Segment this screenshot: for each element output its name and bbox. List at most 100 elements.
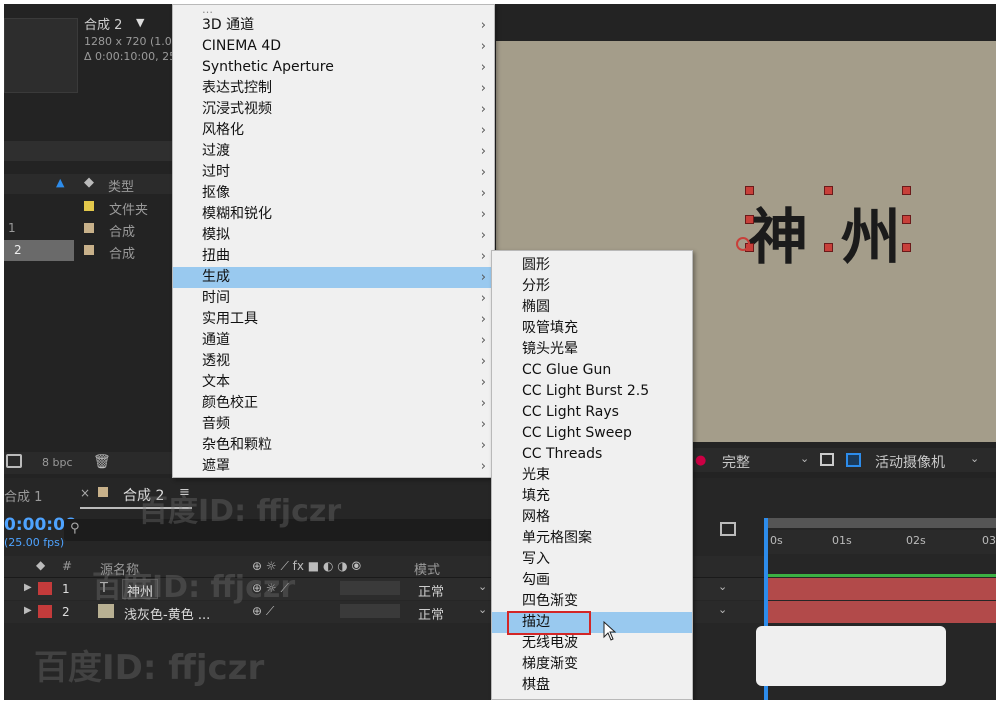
- menu-item-blur-sharpen[interactable]: 模糊和锐化 ›: [173, 204, 494, 225]
- layer-switches[interactable]: ⊕ ⟋: [252, 604, 274, 619]
- layer-duration-bar[interactable]: [768, 578, 996, 600]
- submenu-item-cell-pattern[interactable]: 单元格图案: [492, 528, 692, 549]
- menu-item-keying[interactable]: 抠像 ›: [173, 183, 494, 204]
- work-area-bar[interactable]: [764, 518, 996, 528]
- mode-chevron-icon[interactable]: ⌄: [478, 603, 487, 616]
- menu-item-immersive-video[interactable]: 沉浸式视频 ›: [173, 99, 494, 120]
- project-row-selected[interactable]: 2 合成: [4, 240, 176, 262]
- bpc-label[interactable]: 8 bpc: [42, 456, 73, 469]
- submenu-item-cc-threads[interactable]: CC Threads: [492, 444, 692, 465]
- expand-arrow-icon[interactable]: ▶: [24, 605, 32, 616]
- menu-item-obsolete[interactable]: 过时 ›: [173, 162, 494, 183]
- comp-dims: 1280 x 720 (1.00): [84, 35, 176, 48]
- selection-handle[interactable]: [745, 186, 754, 195]
- menu-item-time[interactable]: 时间 ›: [173, 288, 494, 309]
- comp-dropdown-icon[interactable]: ▼: [136, 16, 144, 29]
- trackmatte-chevron-icon[interactable]: ⌄: [718, 580, 727, 593]
- layer-label-color[interactable]: [38, 582, 52, 595]
- interpret-footage-icon[interactable]: [6, 454, 22, 468]
- menu-item-cinema4d[interactable]: CINEMA 4D ›: [173, 36, 494, 57]
- selection-handle[interactable]: [745, 215, 754, 224]
- submenu-item-gradient-ramp[interactable]: 梯度渐变: [492, 654, 692, 675]
- menu-item-distort[interactable]: 扭曲 ›: [173, 246, 494, 267]
- quality-chevron-icon[interactable]: ⌄: [800, 452, 809, 465]
- selection-handle[interactable]: [902, 215, 911, 224]
- submenu-item-lens-flare[interactable]: 镜头光晕: [492, 339, 692, 360]
- comp-flowchart-icon[interactable]: [720, 522, 736, 536]
- project-search-bar[interactable]: [4, 141, 176, 161]
- menu-item-stylize[interactable]: 风格化 ›: [173, 120, 494, 141]
- submenu-item-4-color-gradient[interactable]: 四色渐变: [492, 591, 692, 612]
- menu-item-expression-controls[interactable]: 表达式控制 ›: [173, 78, 494, 99]
- menu-item-audio[interactable]: 音频 ›: [173, 414, 494, 435]
- mode-chevron-icon[interactable]: ⌄: [478, 580, 487, 593]
- submenu-item-beam[interactable]: 光束: [492, 465, 692, 486]
- submenu-item-ellipse[interactable]: 椭圆: [492, 297, 692, 318]
- mode-header[interactable]: 模式: [414, 559, 440, 578]
- layer-number: 1: [62, 582, 70, 596]
- menu-item-text[interactable]: 文本 ›: [173, 372, 494, 393]
- label-color-swatch: [84, 245, 94, 255]
- submenu-item-cc-light-burst[interactable]: CC Light Burst 2.5: [492, 381, 692, 402]
- anchor-point-icon[interactable]: [736, 237, 750, 251]
- transparency-grid-icon[interactable]: [846, 453, 861, 467]
- layer-name[interactable]: 浅灰色-黄色 ...: [124, 604, 210, 623]
- submenu-item-cc-light-rays[interactable]: CC Light Rays: [492, 402, 692, 423]
- submenu-item-scribble[interactable]: 勾画: [492, 570, 692, 591]
- menu-item-utility[interactable]: 实用工具 ›: [173, 309, 494, 330]
- selection-handle[interactable]: [902, 186, 911, 195]
- menu-item-simulation[interactable]: 模拟 ›: [173, 225, 494, 246]
- time-ruler[interactable]: 0s 01s 02s 03: [764, 530, 996, 554]
- submenu-item-write-on[interactable]: 写入: [492, 549, 692, 570]
- menu-item-generate[interactable]: 生成 ›: [173, 267, 494, 288]
- menu-item-channel[interactable]: 通道 ›: [173, 330, 494, 351]
- color-channel-icon[interactable]: ●: [695, 453, 706, 468]
- layer-switch-boxes[interactable]: [340, 581, 400, 595]
- trackmatte-chevron-icon[interactable]: ⌄: [718, 603, 727, 616]
- trash-icon[interactable]: 🗑: [93, 454, 111, 470]
- layer-mode-dropdown[interactable]: 正常: [418, 581, 444, 600]
- selection-handle[interactable]: [902, 243, 911, 252]
- submenu-item-cc-glue-gun[interactable]: CC Glue Gun: [492, 360, 692, 381]
- row-id: 2: [14, 243, 22, 257]
- tab-comp-1[interactable]: 合成 1: [4, 486, 42, 505]
- submenu-item-eyedropper-fill[interactable]: 吸管填充: [492, 318, 692, 339]
- project-column-header: ▲ ◆ 类型: [4, 174, 176, 195]
- menu-item-3d-channel[interactable]: 3D 通道 ›: [173, 15, 494, 36]
- quality-dropdown[interactable]: 完整: [722, 452, 750, 472]
- submenu-item-checkerboard[interactable]: 棋盘: [492, 675, 692, 696]
- menu-item-matte[interactable]: 遮罩 ›: [173, 456, 494, 477]
- submenu-item-fractal[interactable]: 分形: [492, 276, 692, 297]
- submenu-item-circle[interactable]: 圆形: [492, 255, 692, 276]
- camera-chevron-icon[interactable]: ⌄: [970, 452, 979, 465]
- selection-handle[interactable]: [824, 243, 833, 252]
- close-tab-icon[interactable]: ×: [80, 486, 90, 500]
- expand-arrow-icon[interactable]: ▶: [24, 582, 32, 593]
- selection-handle[interactable]: [824, 186, 833, 195]
- layer-mode-dropdown[interactable]: 正常: [418, 604, 444, 623]
- label-color-swatch: [84, 201, 94, 211]
- submenu-item-cc-light-sweep[interactable]: CC Light Sweep: [492, 423, 692, 444]
- menu-item-color-correction[interactable]: 颜色校正 ›: [173, 393, 494, 414]
- comp-color-swatch: [98, 487, 108, 497]
- layer-label-color[interactable]: [38, 605, 52, 618]
- project-row[interactable]: 1 合成: [4, 218, 176, 240]
- menu-item-noise-grain[interactable]: 杂色和颗粒 ›: [173, 435, 494, 456]
- layer-switch-boxes[interactable]: [340, 604, 400, 618]
- submenu-item-radio-waves[interactable]: 无线电波: [492, 633, 692, 654]
- ruler-tick-label: 03: [982, 534, 996, 547]
- submenu-item-fill[interactable]: 填充: [492, 486, 692, 507]
- layer-duration-bar[interactable]: [768, 601, 996, 623]
- menu-item-transition[interactable]: 过渡 ›: [173, 141, 494, 162]
- effects-menu: … 3D 通道 › CINEMA 4D › Synthetic Aperture › …: [172, 4, 495, 478]
- comp-name[interactable]: 合成 2: [84, 14, 176, 33]
- menu-item-synthetic-aperture[interactable]: Synthetic Aperture ›: [173, 57, 494, 78]
- project-row[interactable]: 文件夹: [4, 196, 176, 218]
- type-column-header[interactable]: 类型: [108, 176, 134, 195]
- menu-item-perspective[interactable]: 透视 ›: [173, 351, 494, 372]
- camera-dropdown[interactable]: 活动摄像机: [875, 452, 945, 472]
- region-of-interest-icon[interactable]: [820, 453, 834, 466]
- menu-item[interactable]: …: [173, 4, 494, 16]
- submenu-item-grid[interactable]: 网格: [492, 507, 692, 528]
- sort-up-icon[interactable]: ▲: [56, 176, 64, 189]
